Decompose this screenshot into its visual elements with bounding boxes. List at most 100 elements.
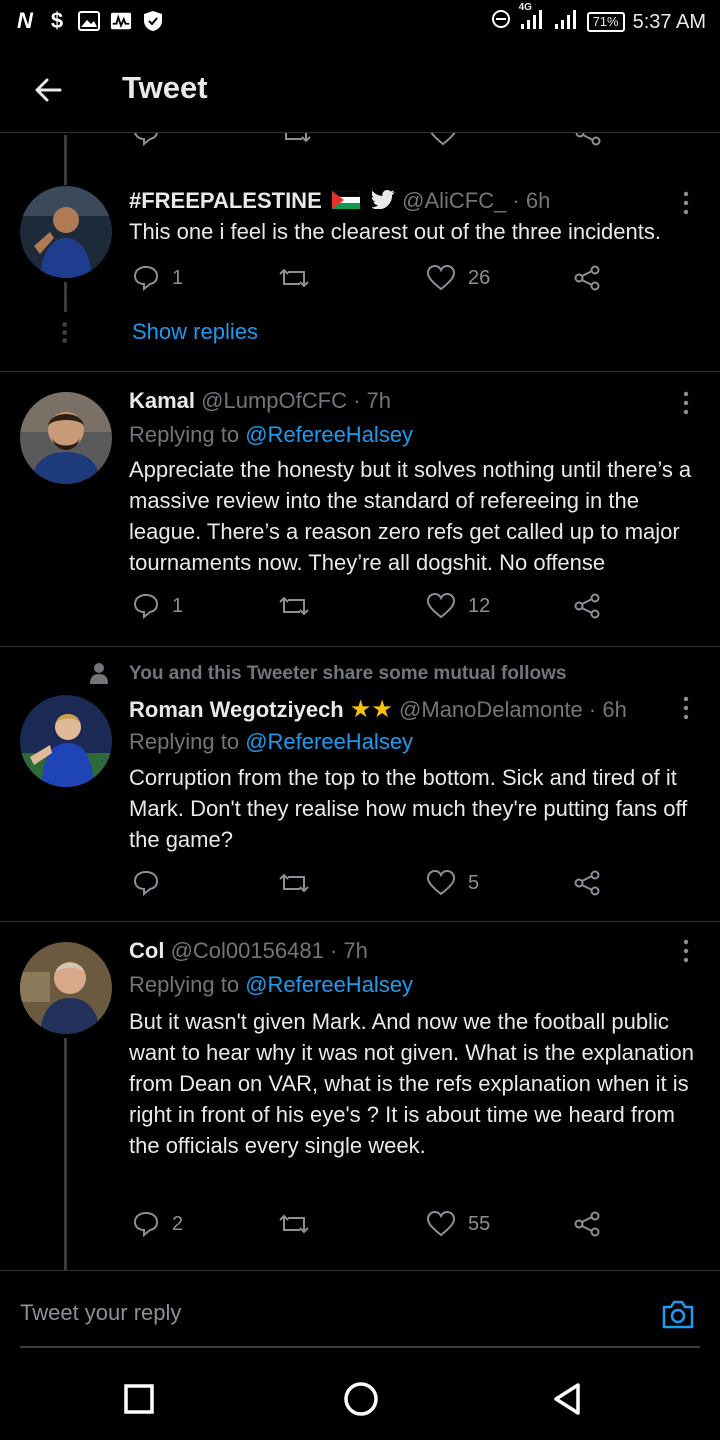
share-icon <box>574 870 600 896</box>
more-vertical-icon <box>683 191 689 215</box>
heart-icon <box>426 264 456 291</box>
more-vertical-icon <box>683 391 689 415</box>
reply-icon <box>133 1211 159 1238</box>
more-options-button[interactable] <box>676 188 696 218</box>
input-underline <box>20 1346 700 1348</box>
more-options-button[interactable] <box>676 936 696 966</box>
heart-icon <box>426 1210 456 1237</box>
tweet-4[interactable]: Col @Col00156481 · 7h Replying to @Refer… <box>0 922 720 1270</box>
display-name[interactable]: Col <box>129 938 164 963</box>
display-name[interactable]: #FREEPALESTINE <box>129 188 322 213</box>
replying-to-label: Replying to <box>129 422 240 447</box>
reply-count: 1 <box>172 266 184 289</box>
retweet-icon <box>279 1214 309 1234</box>
triangle-back-icon <box>554 1383 580 1415</box>
reply-button[interactable]: 2 <box>132 1210 183 1238</box>
like-button[interactable]: 5 <box>426 869 479 897</box>
avatar[interactable] <box>20 695 112 787</box>
like-count: 26 <box>468 266 491 289</box>
retweet-icon <box>279 268 309 288</box>
handle[interactable]: @AliCFC_ <box>402 188 506 213</box>
tweet-2[interactable]: Kamal @LumpOfCFC · 7h Replying to @Refer… <box>0 372 720 646</box>
like-count: 12 <box>468 594 491 617</box>
reply-count: 2 <box>172 1212 184 1235</box>
heart-icon <box>426 592 456 619</box>
replying-to-label: Replying to <box>129 972 240 997</box>
share-button[interactable] <box>573 592 601 620</box>
signal-icon-2 <box>553 8 579 36</box>
back-nav-button[interactable] <box>550 1380 584 1423</box>
tweet-text: This one i feel is the clearest out of t… <box>129 219 661 244</box>
signal-icon: 4G <box>519 2 545 36</box>
home-button[interactable] <box>342 1380 380 1423</box>
tweet-text: Appreciate the honesty but it solves not… <box>129 457 692 575</box>
timestamp: · 6h <box>588 697 627 722</box>
timestamp: · 7h <box>329 938 368 963</box>
divider <box>0 1270 720 1271</box>
recents-button[interactable] <box>122 1382 156 1421</box>
reply-button[interactable]: 1 <box>132 592 183 620</box>
tweet-1[interactable]: #FREEPALESTINE @AliCFC_ · 6h This one i … <box>0 136 720 372</box>
mention-link[interactable]: @RefereeHalsey <box>245 972 413 997</box>
more-options-button[interactable] <box>676 388 696 418</box>
mention-link[interactable]: @RefereeHalsey <box>245 422 413 447</box>
share-icon <box>574 265 600 291</box>
display-name[interactable]: Kamal <box>129 388 195 413</box>
reply-input[interactable]: Tweet your reply <box>20 1300 181 1326</box>
show-replies-link[interactable]: Show replies <box>132 319 258 345</box>
tweet-text: But it wasn't given Mark. And now we the… <box>129 1009 694 1158</box>
tweet-3[interactable]: You and this Tweeter share some mutual f… <box>0 647 720 921</box>
avatar[interactable] <box>20 942 112 1034</box>
action-bar: 5 <box>130 869 650 909</box>
camera-button[interactable] <box>660 1296 696 1337</box>
reply-icon <box>133 593 159 620</box>
retweet-button[interactable] <box>278 264 310 292</box>
like-button[interactable]: 12 <box>426 592 490 620</box>
netflix-icon: N <box>17 8 33 33</box>
back-button[interactable] <box>30 72 66 108</box>
reply-button[interactable] <box>132 869 160 897</box>
action-bar: 2 55 <box>130 1210 650 1250</box>
avatar[interactable] <box>20 186 112 278</box>
handle[interactable]: @ManoDelamonte <box>399 697 583 722</box>
like-button[interactable]: 26 <box>426 264 490 292</box>
reply-button[interactable]: 1 <box>132 264 183 292</box>
shield-icon <box>142 10 164 32</box>
activity-icon <box>110 10 132 32</box>
status-bar: N $ 4G 71% 5:37 AM <box>0 0 720 46</box>
dollar-icon: $ <box>50 8 64 33</box>
like-button[interactable]: 55 <box>426 1210 490 1238</box>
timestamp: · 6h <box>512 188 551 213</box>
handle[interactable]: @LumpOfCFC <box>201 388 347 413</box>
replying-to: Replying to @RefereeHalsey <box>129 729 413 755</box>
more-options-button[interactable] <box>676 693 696 723</box>
replying-to: Replying to @RefereeHalsey <box>129 972 413 998</box>
battery-level: 71% <box>586 12 625 32</box>
gallery-icon <box>78 10 100 32</box>
bird-icon <box>370 189 396 215</box>
replying-to-label: Replying to <box>129 729 240 754</box>
like-count: 55 <box>468 1212 491 1235</box>
tweet-header: Col @Col00156481 · 7h <box>129 938 368 964</box>
share-button[interactable] <box>573 264 601 292</box>
avatar[interactable] <box>20 392 112 484</box>
retweet-button[interactable] <box>278 1210 310 1238</box>
display-name[interactable]: Roman Wegotziyech <box>129 697 344 722</box>
retweet-button[interactable] <box>278 869 310 897</box>
thread-dots <box>62 322 68 343</box>
star-icon: ★★ <box>349 696 393 723</box>
network-type: 4G <box>518 2 532 13</box>
social-context: You and this Tweeter share some mutual f… <box>129 663 567 684</box>
share-button[interactable] <box>573 1210 601 1238</box>
heart-icon <box>426 869 456 896</box>
share-button[interactable] <box>573 869 601 897</box>
thread-line <box>64 282 67 312</box>
retweet-button[interactable] <box>278 592 310 620</box>
mention-link[interactable]: @RefereeHalsey <box>245 729 413 754</box>
clock: 5:37 AM <box>632 10 706 33</box>
action-bar: 1 26 <box>130 264 650 304</box>
retweet-icon <box>279 873 309 893</box>
handle[interactable]: @Col00156481 <box>171 938 324 963</box>
system-nav-bar <box>0 1350 720 1440</box>
header: Tweet <box>0 48 720 133</box>
